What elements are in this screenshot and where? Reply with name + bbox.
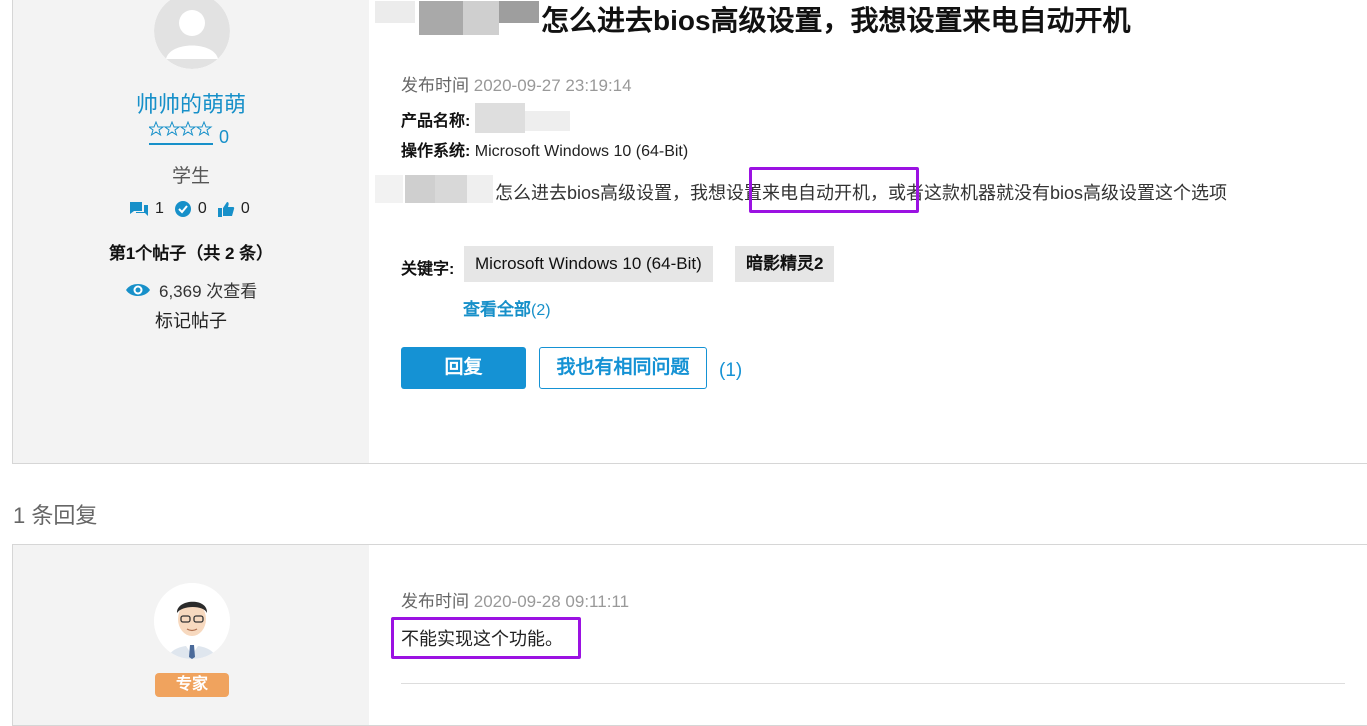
product-name-field: 产品名称: bbox=[401, 107, 470, 131]
redacted-body-prefix bbox=[435, 175, 467, 203]
keyword-tag[interactable]: Microsoft Windows 10 (64-Bit) bbox=[464, 246, 713, 282]
same-question-count: (1) bbox=[719, 360, 743, 381]
redacted-body-prefix bbox=[375, 175, 403, 203]
redacted-body-prefix bbox=[467, 175, 493, 203]
highlight-box bbox=[749, 167, 919, 213]
rank-count: 0 bbox=[219, 127, 230, 147]
author-stats: 1 0 0 bbox=[129, 200, 260, 218]
question-card: 帅帅的萌萌 0 学生 1 0 0 第1个帖子（共 2 条） 6,369 次查看 … bbox=[12, 0, 1367, 464]
views-count: 6,369 次查看 bbox=[125, 277, 257, 302]
author-role: 学生 bbox=[171, 166, 210, 187]
keyword-tag[interactable]: 暗影精灵2 bbox=[735, 246, 835, 282]
rank-bar bbox=[149, 143, 213, 145]
author-name[interactable]: 帅帅的萌萌 bbox=[13, 87, 369, 119]
view-all-label: 查看全部 bbox=[463, 300, 531, 319]
reply-card: 专家 发布时间 2020-09-28 09:11:11 不能实现这个功能。 bbox=[12, 544, 1367, 726]
author-sidebar: 帅帅的萌萌 0 学生 1 0 0 第1个帖子（共 2 条） 6,369 次查看 … bbox=[13, 0, 369, 463]
publish-label: 发布时间 bbox=[401, 76, 469, 95]
redacted-title-prefix bbox=[463, 1, 499, 35]
reply-publish-value: 2020-09-28 09:11:11 bbox=[473, 592, 630, 611]
publish-value: 2020-09-27 23:19:14 bbox=[473, 76, 632, 95]
kudos-count: 0 bbox=[240, 200, 250, 217]
rank-stars bbox=[147, 120, 213, 143]
os-field: 操作系统: Microsoft Windows 10 (64-Bit) bbox=[401, 137, 688, 161]
expert-badge: 专家 bbox=[155, 673, 229, 697]
redacted-product-name bbox=[525, 111, 570, 131]
highlight-box bbox=[391, 617, 581, 659]
thumbs-up-icon bbox=[217, 202, 235, 217]
kudos-stat[interactable]: 0 bbox=[217, 200, 250, 218]
reply-publish-label: 发布时间 bbox=[401, 592, 469, 611]
divider bbox=[401, 683, 1345, 684]
view-all-count: (2) bbox=[531, 302, 551, 319]
os-label: 操作系统: bbox=[401, 143, 471, 160]
bookmark-link[interactable]: 标记帖子 bbox=[13, 307, 369, 333]
same-question-button[interactable]: 我也有相同问题 bbox=[539, 347, 707, 389]
replies-header: 1 条回复 bbox=[13, 503, 98, 528]
messages-stat[interactable]: 1 bbox=[129, 200, 164, 218]
solutions-stat[interactable]: 0 bbox=[174, 200, 207, 218]
message-icon bbox=[130, 202, 148, 216]
default-avatar-icon[interactable] bbox=[154, 0, 230, 69]
publish-time: 发布时间 2020-09-27 23:19:14 bbox=[401, 71, 632, 96]
solutions-count: 0 bbox=[197, 200, 207, 217]
view-all-keywords-link[interactable]: 查看全部(2) bbox=[463, 295, 551, 320]
expert-avatar[interactable] bbox=[154, 583, 230, 659]
post-position: 第1个帖子（共 2 条） bbox=[108, 244, 274, 263]
keywords-label: 关键字: bbox=[401, 261, 455, 278]
redacted-body-prefix bbox=[405, 175, 435, 203]
messages-count: 1 bbox=[155, 200, 164, 217]
views-label: 6,369 次查看 bbox=[159, 282, 258, 301]
reply-author-sidebar: 专家 bbox=[13, 545, 369, 725]
reply-publish-time: 发布时间 2020-09-28 09:11:11 bbox=[401, 587, 629, 612]
redacted-title-prefix bbox=[499, 1, 539, 23]
product-label: 产品名称: bbox=[401, 113, 471, 130]
check-circle-icon bbox=[174, 201, 191, 217]
os-value: Microsoft Windows 10 (64-Bit) bbox=[474, 143, 689, 160]
redacted-product-name bbox=[475, 103, 525, 133]
eye-icon bbox=[126, 283, 150, 296]
reply-button[interactable]: 回复 bbox=[401, 347, 526, 389]
redacted-title-prefix bbox=[375, 1, 415, 23]
redacted-title-prefix bbox=[419, 1, 463, 35]
post-title: 怎么进去bios高级设置，我想设置来电自动开机 bbox=[541, 5, 1131, 36]
